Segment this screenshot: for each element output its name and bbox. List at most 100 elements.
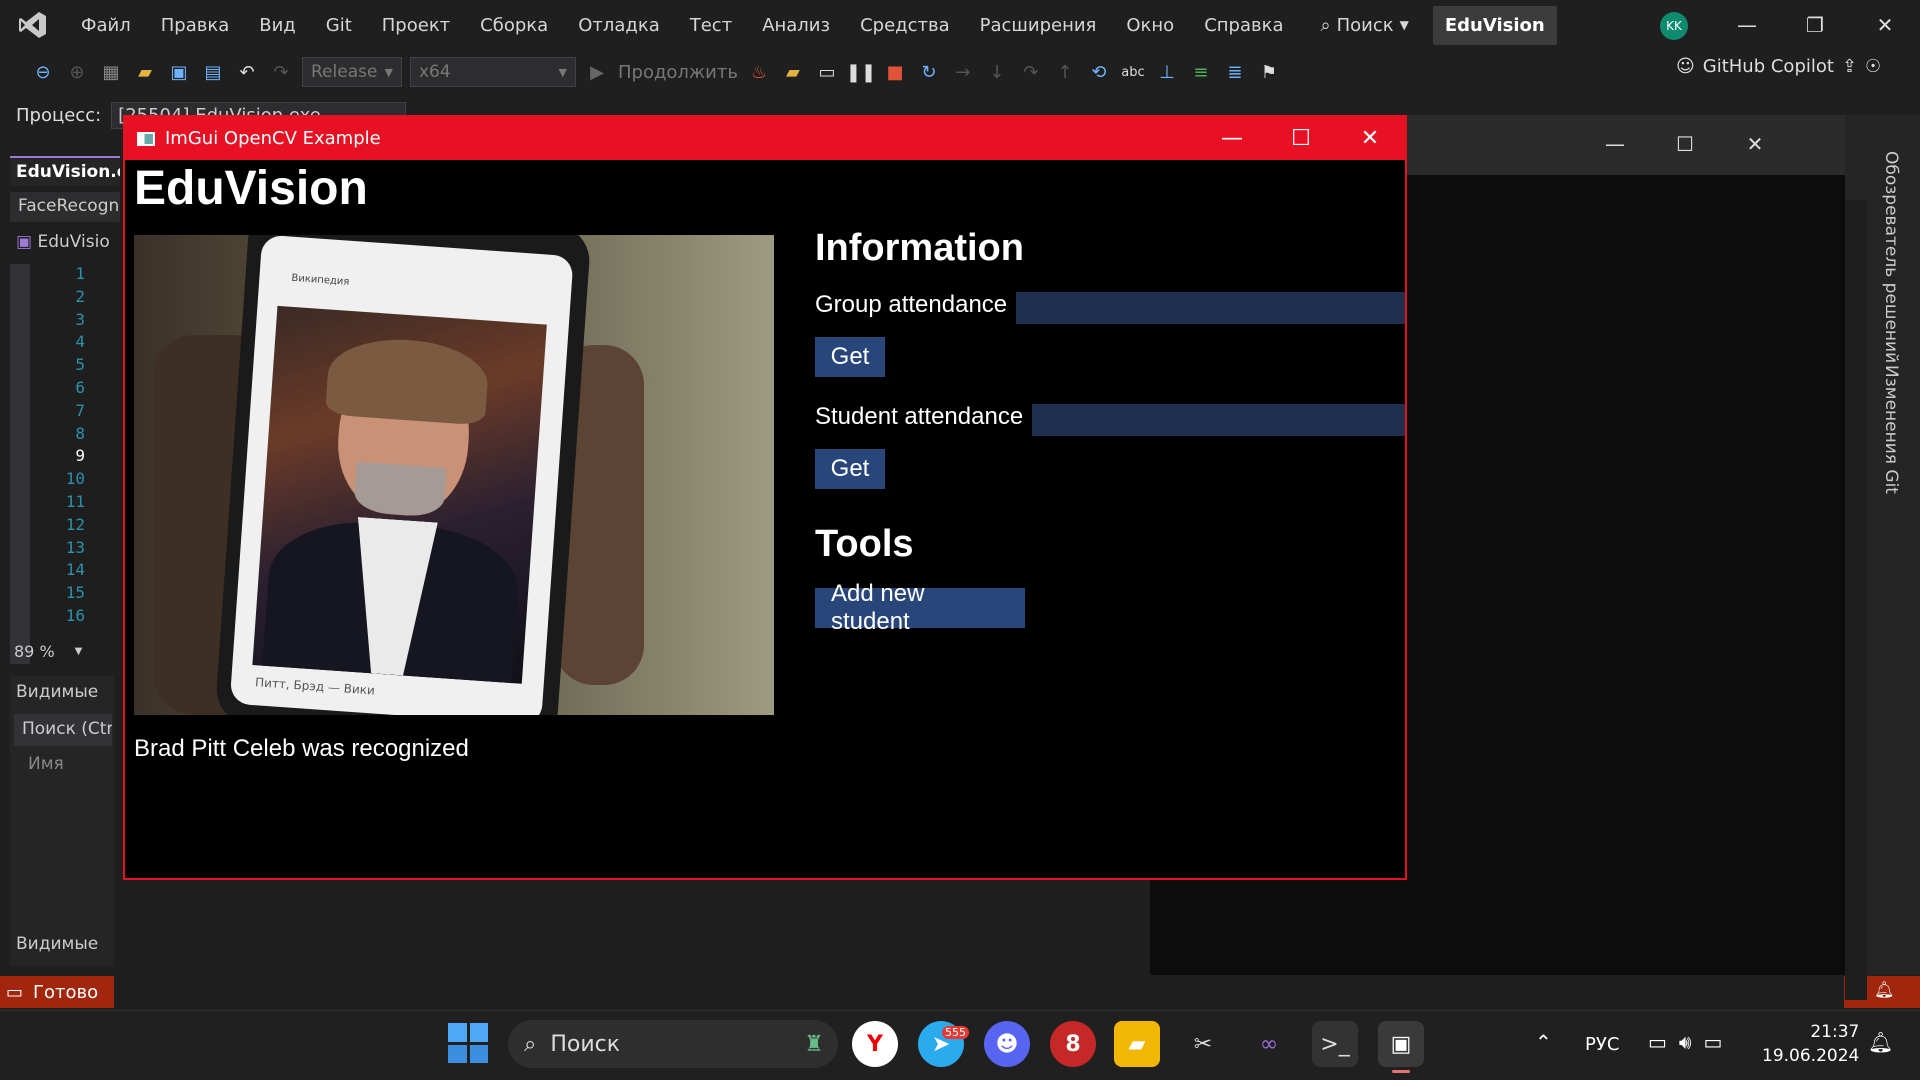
- imgui-minimize-icon[interactable]: —: [1197, 117, 1267, 160]
- imgui-app-icon[interactable]: ▣: [1378, 1021, 1424, 1067]
- forward-icon[interactable]: ⊕: [64, 59, 90, 85]
- volume-icon: 🔊︎: [1678, 1030, 1692, 1054]
- group-attendance-label: Group attendance: [815, 291, 1008, 318]
- menu-edit[interactable]: Правка: [146, 15, 245, 36]
- line-number: 14: [65, 560, 85, 580]
- hot-reload-icon[interactable]: ♨: [746, 59, 772, 85]
- configuration-combo[interactable]: Release ▼: [302, 57, 402, 87]
- console-close-icon[interactable]: ✕: [1732, 127, 1778, 161]
- menu-tools[interactable]: Средства: [845, 15, 965, 36]
- watch-tab[interactable]: Видимые: [16, 934, 98, 954]
- group-attendance-field[interactable]: [1016, 292, 1405, 324]
- bookmark-icon[interactable]: ⚑: [1256, 59, 1282, 85]
- folder-icon[interactable]: ▰: [780, 59, 806, 85]
- menu-help[interactable]: Справка: [1189, 15, 1298, 36]
- pause-icon[interactable]: ❚❚: [846, 59, 876, 85]
- vertical-scrollbar[interactable]: [1845, 200, 1867, 730]
- information-heading: Information: [815, 227, 1024, 269]
- menu-analyze[interactable]: Анализ: [747, 15, 845, 36]
- vs-search-button[interactable]: ⌕ Поиск ▼: [1311, 15, 1419, 36]
- tab-facerecognition[interactable]: FaceRecogn: [10, 192, 120, 222]
- menu-test[interactable]: Тест: [675, 15, 747, 36]
- comment-icon[interactable]: ⊥: [1154, 59, 1180, 85]
- diagnostics-icon[interactable]: ⟲: [1086, 59, 1112, 85]
- console-maximize-icon[interactable]: ☐: [1662, 127, 1708, 161]
- tray-chevron-up-icon[interactable]: ⌃: [1535, 1030, 1552, 1054]
- input-language[interactable]: РУС: [1585, 1034, 1619, 1055]
- outdent-icon[interactable]: ≣: [1222, 59, 1248, 85]
- menu-project[interactable]: Проект: [367, 15, 465, 36]
- solution-explorer-tab[interactable]: Обозреватель решений: [1881, 151, 1901, 363]
- menu-file[interactable]: Файл: [66, 15, 146, 36]
- clock[interactable]: 21:37 19.06.2024: [1762, 1020, 1859, 1068]
- tab-eduvision-project[interactable]: ▣ EduVisio: [10, 228, 120, 258]
- vs-restore-icon[interactable]: ❐: [1792, 8, 1838, 42]
- back-icon[interactable]: ⊖: [30, 59, 56, 85]
- tab-eduvision-cpp[interactable]: EduVision.c: [10, 156, 120, 186]
- vs-toolbar: ⊖ ⊕ ▦ ▰ ▣ ▤ ↶ ↷ Release ▼ x64 ▼ ▶ Продолжи…: [0, 52, 1920, 92]
- git-changes-tab[interactable]: Изменения Git: [1881, 365, 1901, 494]
- student-attendance-field[interactable]: [1032, 404, 1405, 436]
- step-over-icon[interactable]: →: [950, 59, 976, 85]
- imgui-close-icon[interactable]: ✕: [1335, 117, 1405, 160]
- line-number: 6: [75, 377, 85, 397]
- undo-icon[interactable]: ↶: [234, 59, 260, 85]
- menu-debug[interactable]: Отладка: [563, 15, 675, 36]
- notification-bell-icon[interactable]: 🔔︎: [1868, 1030, 1893, 1054]
- taskbar-search[interactable]: ⌕ Поиск ♜: [508, 1020, 838, 1068]
- platform-combo[interactable]: x64 ▼: [410, 57, 576, 87]
- watch-search-input[interactable]: Поиск (Ctrl: [14, 714, 112, 746]
- menu-build[interactable]: Сборка: [465, 15, 563, 36]
- get-student-attendance-button[interactable]: Get: [815, 449, 885, 489]
- restart-icon[interactable]: ↻: [916, 59, 942, 85]
- save-icon[interactable]: ▣: [166, 59, 192, 85]
- visual-studio-icon[interactable]: ∞: [1246, 1021, 1292, 1067]
- zoom-combo[interactable]: 89 % ▼: [10, 638, 100, 664]
- github-copilot-button[interactable]: ☺ GitHub Copilot ⇪ ☉: [1676, 56, 1881, 77]
- clock-date: 19.06.2024: [1762, 1046, 1860, 1066]
- redo-icon[interactable]: ↷: [268, 59, 294, 85]
- get-group-attendance-button[interactable]: Get: [815, 337, 885, 377]
- step-into-icon[interactable]: ↓: [984, 59, 1010, 85]
- solution-name-badge[interactable]: EduVision: [1432, 5, 1557, 45]
- notifications-icon[interactable]: 🔔︎: [1874, 980, 1894, 999]
- save-all-icon[interactable]: ▤: [200, 59, 226, 85]
- tools-heading: Tools: [815, 523, 914, 565]
- avatar[interactable]: KK: [1660, 12, 1688, 40]
- add-new-student-button[interactable]: Add new student: [815, 580, 1025, 635]
- spellcheck-icon[interactable]: abc: [1120, 59, 1146, 85]
- open-folder-icon[interactable]: ▰: [132, 59, 158, 85]
- line-number: 16: [65, 605, 85, 625]
- menu-git[interactable]: Git: [311, 15, 367, 36]
- indent-icon[interactable]: ≡: [1188, 59, 1214, 85]
- watch-column-name: Имя: [28, 754, 64, 774]
- yandex-browser-icon[interactable]: Y: [852, 1021, 898, 1067]
- imgui-maximize-icon[interactable]: ☐: [1266, 117, 1336, 160]
- discord-icon[interactable]: ☻: [984, 1021, 1030, 1067]
- visual-studio-logo-icon[interactable]: [0, 0, 66, 50]
- stop-icon[interactable]: ■: [882, 59, 908, 85]
- vs-minimize-icon[interactable]: —: [1724, 8, 1770, 42]
- snipping-tool-icon[interactable]: ✂: [1180, 1021, 1226, 1067]
- play-icon[interactable]: ▶: [584, 59, 610, 85]
- file-explorer-icon[interactable]: ▰: [1114, 1021, 1160, 1067]
- step-back-icon[interactable]: ↷: [1018, 59, 1044, 85]
- new-item-icon[interactable]: ▦: [98, 59, 124, 85]
- app-eight-icon[interactable]: 8: [1050, 1021, 1096, 1067]
- imgui-window: ImGui OpenCV Example — ☐ ✕ EduVision Вик…: [123, 115, 1407, 880]
- menu-window[interactable]: Окно: [1111, 15, 1189, 36]
- step-out-icon[interactable]: ↑: [1052, 59, 1078, 85]
- terminal-icon[interactable]: >_: [1312, 1021, 1358, 1067]
- imgui-window-title: ImGui OpenCV Example: [165, 128, 381, 149]
- menu-view[interactable]: Вид: [244, 15, 311, 36]
- window-layout-icon[interactable]: ▭: [814, 59, 840, 85]
- vs-close-icon[interactable]: ✕: [1862, 8, 1908, 42]
- windows-start-icon[interactable]: [448, 1023, 488, 1063]
- status-bar: ▭ Готово: [0, 976, 114, 1008]
- imgui-titlebar[interactable]: ImGui OpenCV Example — ☐ ✕: [125, 117, 1405, 160]
- console-minimize-icon[interactable]: —: [1592, 127, 1638, 161]
- continue-label[interactable]: Продолжить: [618, 62, 738, 83]
- system-tray[interactable]: ▭ 🔊︎ ▭: [1648, 1030, 1722, 1054]
- menu-extensions[interactable]: Расширения: [965, 15, 1112, 36]
- chevron-down-icon: ▼: [1399, 18, 1409, 32]
